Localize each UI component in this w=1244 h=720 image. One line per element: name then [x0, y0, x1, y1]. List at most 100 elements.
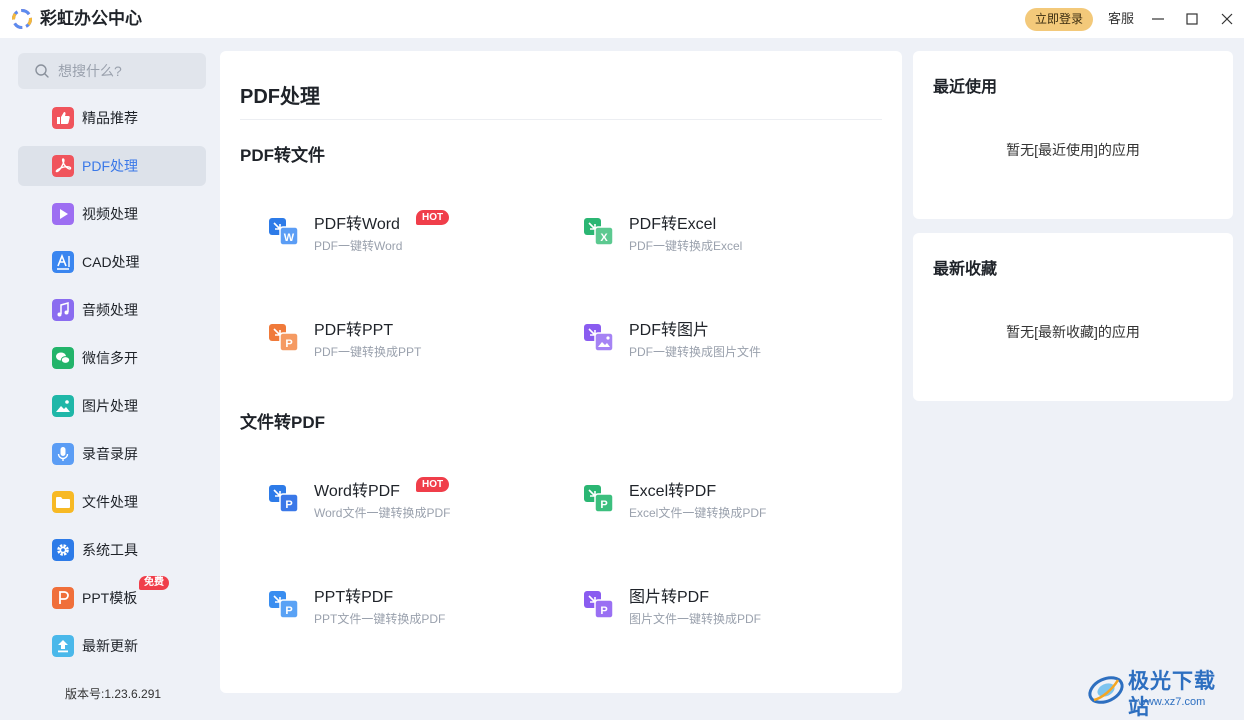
- hot-badge: HOT: [416, 477, 450, 492]
- cad-icon: [52, 251, 74, 273]
- tool-name: PDF转Word: [314, 216, 400, 233]
- svg-text:P: P: [285, 499, 292, 511]
- sidebar-item-video[interactable]: 视频处理: [18, 194, 206, 234]
- sidebar-item-system-tools[interactable]: 系统工具: [18, 530, 206, 570]
- sidebar-item-label: 图片处理: [82, 398, 138, 414]
- folder-icon: [52, 491, 74, 513]
- music-icon: [52, 299, 74, 321]
- sidebar-item-label: 微信多开: [82, 350, 138, 366]
- tool-name: 图片转PDF: [629, 589, 710, 606]
- svg-text:P: P: [600, 499, 607, 511]
- tool-excel-to-pdf[interactable]: P Excel转PDF Excel文件一键转换成PDF: [583, 482, 863, 542]
- tool-pdf-to-image[interactable]: PDF转图片 PDF一键转换成图片文件: [583, 321, 863, 381]
- image-to-pdf-icon: P: [584, 591, 614, 619]
- tool-image-to-pdf[interactable]: P 图片转PDF 图片文件一键转换成PDF: [583, 588, 863, 648]
- minimize-icon[interactable]: [1147, 8, 1169, 30]
- sidebar-item-label: 录音录屏: [82, 446, 138, 462]
- sidebar-item-recording[interactable]: 录音录屏: [18, 434, 206, 474]
- tool-description: Word文件一键转换成PDF: [314, 506, 451, 520]
- gear-icon: [52, 539, 74, 561]
- sidebar-item-file[interactable]: 文件处理: [18, 482, 206, 522]
- thumbs-up-icon: [52, 107, 74, 129]
- title-bar: 彩虹办公中心 立即登录 客服: [0, 0, 1244, 38]
- search-placeholder: 想搜什么?: [58, 63, 122, 79]
- app-logo-icon: [12, 9, 32, 29]
- recent-title: 最近使用: [933, 79, 998, 96]
- play-icon: [52, 203, 74, 225]
- sidebar-item-label: 最新更新: [82, 638, 138, 654]
- recent-card: 最近使用 暂无[最近使用]的应用: [913, 51, 1233, 219]
- customer-service-button[interactable]: 客服: [1108, 11, 1134, 27]
- svg-text:P: P: [285, 605, 292, 617]
- tool-name: PDF转Excel: [629, 216, 717, 233]
- sidebar-item-updates[interactable]: 最新更新: [18, 626, 206, 666]
- pdf-to-image-icon: [584, 324, 614, 352]
- pdf-to-word-icon: W: [269, 218, 299, 246]
- maximize-icon[interactable]: [1181, 8, 1203, 30]
- sidebar-item-label: 视频处理: [82, 206, 138, 222]
- search-input[interactable]: 想搜什么?: [18, 53, 206, 89]
- free-badge: 免费: [139, 576, 169, 590]
- version-label: 版本号:1.23.6.291: [65, 687, 162, 701]
- sidebar-item-label: CAD处理: [82, 254, 140, 270]
- section-title: 文件转PDF: [240, 413, 325, 432]
- sidebar-item-label: 音频处理: [82, 302, 138, 318]
- sidebar-item-cad[interactable]: CAD处理: [18, 242, 206, 282]
- excel-to-pdf-icon: P: [584, 485, 614, 513]
- pdf-to-ppt-icon: P: [269, 324, 299, 352]
- page-title: PDF处理: [240, 86, 320, 108]
- upload-icon: [52, 635, 74, 657]
- tool-name: Word转PDF: [314, 483, 400, 500]
- sidebar-item-audio[interactable]: 音频处理: [18, 290, 206, 330]
- tool-name: PDF转PPT: [314, 322, 394, 339]
- section-title: PDF转文件: [240, 146, 325, 165]
- svg-text:P: P: [600, 605, 607, 617]
- sidebar-item-ppt-templates[interactable]: PPT模板 免费: [18, 576, 206, 618]
- tool-pdf-to-ppt[interactable]: P PDF转PPT PDF一键转换成PPT: [268, 321, 548, 381]
- favorites-empty-text: 暂无[最新收藏]的应用: [1006, 324, 1140, 340]
- close-icon[interactable]: [1216, 8, 1238, 30]
- sidebar-item-featured[interactable]: 精品推荐: [18, 98, 206, 138]
- sidebar-item-label: PDF处理: [82, 158, 138, 174]
- sidebar-item-image[interactable]: 图片处理: [18, 386, 206, 426]
- search-icon: [35, 64, 49, 78]
- login-button[interactable]: 立即登录: [1025, 8, 1093, 31]
- tool-word-to-pdf[interactable]: P Word转PDF HOT Word文件一键转换成PDF: [268, 477, 548, 542]
- tool-description: PDF一键转换成图片文件: [629, 345, 762, 359]
- tool-pdf-to-excel[interactable]: X PDF转Excel PDF一键转换成Excel: [583, 215, 863, 275]
- tool-pdf-to-word[interactable]: W PDF转Word HOT PDF一键转Word: [268, 210, 548, 275]
- favorites-card: 最新收藏 暂无[最新收藏]的应用: [913, 233, 1233, 401]
- divider: [240, 119, 882, 120]
- main-panel: PDF处理 PDF转文件 W PDF转Word HOT PDF一键转Word X…: [220, 51, 902, 693]
- hot-badge: HOT: [416, 210, 450, 225]
- favorites-title: 最新收藏: [933, 261, 998, 278]
- sidebar-item-pdf[interactable]: PDF处理: [18, 146, 206, 186]
- watermark: 极光下载站 www.xz7.com: [1086, 668, 1236, 719]
- pdf-to-excel-icon: X: [584, 218, 614, 246]
- recent-empty-text: 暂无[最近使用]的应用: [1006, 142, 1140, 158]
- tool-description: Excel文件一键转换成PDF: [629, 506, 767, 520]
- word-to-pdf-icon: P: [269, 485, 299, 513]
- sidebar-item-wechat[interactable]: 微信多开: [18, 338, 206, 378]
- sidebar-item-label: 文件处理: [82, 494, 138, 510]
- svg-text:P: P: [285, 338, 292, 350]
- microphone-icon: [52, 443, 74, 465]
- tool-ppt-to-pdf[interactable]: P PPT转PDF PPT文件一键转换成PDF: [268, 588, 548, 648]
- app-title: 彩虹办公中心: [40, 9, 142, 28]
- pdf-icon: [52, 155, 74, 177]
- svg-text:W: W: [284, 232, 295, 244]
- tool-name: PDF转图片: [629, 322, 710, 339]
- tool-name: Excel转PDF: [629, 483, 717, 500]
- ppt-icon: [52, 587, 74, 609]
- watermark-url: www.xz7.com: [1138, 696, 1206, 708]
- watermark-logo-icon: [1088, 676, 1124, 704]
- tool-name: PPT转PDF: [314, 589, 394, 606]
- sidebar-item-label: 系统工具: [82, 542, 138, 558]
- tool-description: PDF一键转Word: [314, 239, 403, 253]
- sidebar-item-label: 精品推荐: [82, 110, 138, 126]
- tool-description: PDF一键转换成Excel: [629, 239, 743, 253]
- tool-description: PPT文件一键转换成PDF: [314, 612, 446, 626]
- tool-description: PDF一键转换成PPT: [314, 345, 422, 359]
- tool-description: 图片文件一键转换成PDF: [629, 612, 762, 626]
- wechat-icon: [52, 347, 74, 369]
